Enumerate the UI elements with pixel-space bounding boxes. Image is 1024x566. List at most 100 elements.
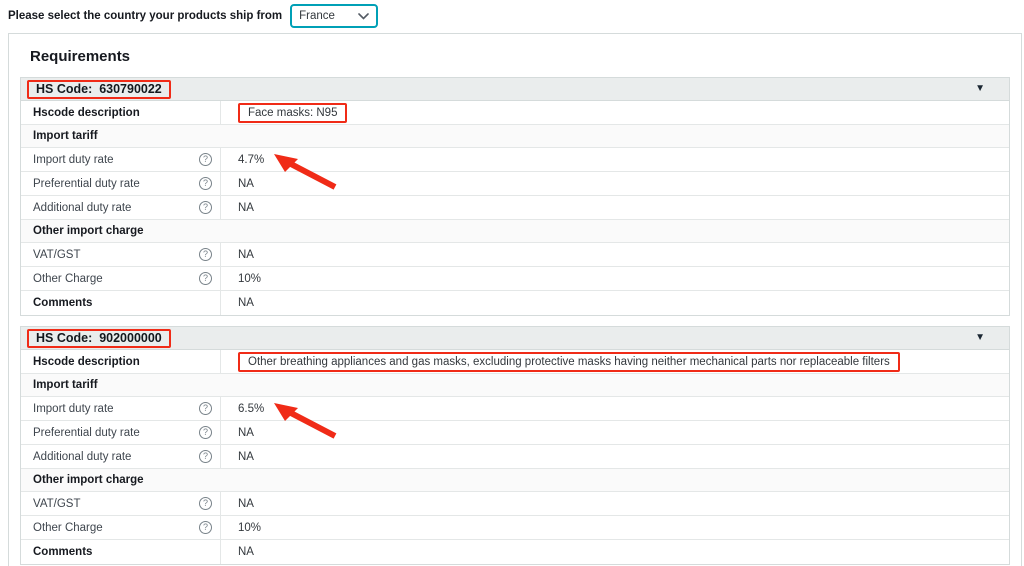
row-value: NA: [238, 297, 254, 309]
row-value-cell: NA: [221, 291, 1009, 315]
group-header-row: Other import charge: [21, 220, 1009, 243]
table-row: Preferential duty rate?NA: [21, 421, 1009, 445]
hs-code-table: Hscode description Other breathing applia…: [20, 349, 1010, 565]
table-row: Import duty rate? 6.5%: [21, 397, 1009, 421]
row-label-cell: Comments: [21, 291, 221, 315]
hs-code-section: HS Code: 902000000 ▼ Hscode description O…: [20, 326, 1010, 565]
row-label-cell: VAT/GST?: [21, 492, 221, 515]
help-icon[interactable]: ?: [199, 177, 212, 190]
table-row: Comments NA: [21, 540, 1009, 564]
row-label: Comments: [33, 546, 92, 558]
country-select[interactable]: France: [290, 4, 378, 28]
group-header-label: Import tariff: [33, 130, 98, 142]
annotation-red-box: Other breathing appliances and gas masks…: [238, 352, 900, 372]
help-icon[interactable]: ?: [199, 201, 212, 214]
annotation-red-box: HS Code: 902000000: [27, 329, 171, 348]
row-value: NA: [238, 498, 254, 510]
help-icon[interactable]: ?: [199, 450, 212, 463]
row-label: VAT/GST: [33, 498, 81, 510]
table-row: Hscode description Other breathing applia…: [21, 350, 1009, 374]
row-value-cell: 6.5%: [221, 397, 1009, 420]
hs-code-table: Hscode description Face masks: N95 Import …: [20, 100, 1010, 316]
row-value-cell: NA: [221, 196, 1009, 219]
row-label: Additional duty rate: [33, 202, 131, 214]
row-label: Import duty rate: [33, 403, 114, 415]
help-icon[interactable]: ?: [199, 497, 212, 510]
help-icon[interactable]: ?: [199, 402, 212, 415]
row-label: Import duty rate: [33, 154, 114, 166]
row-value-cell: NA: [221, 445, 1009, 468]
group-header-row: Import tariff: [21, 374, 1009, 397]
row-label: Other Charge: [33, 522, 103, 534]
hs-code-header[interactable]: HS Code: 902000000 ▼: [20, 326, 1010, 349]
row-value-cell: NA: [221, 492, 1009, 515]
row-value-cell: 4.7%: [221, 148, 1009, 171]
help-icon[interactable]: ?: [199, 248, 212, 261]
row-label: Preferential duty rate: [33, 178, 140, 190]
row-value: NA: [238, 178, 254, 190]
row-label-cell: Preferential duty rate?: [21, 172, 221, 195]
collapse-caret-icon[interactable]: ▼: [975, 84, 985, 94]
row-value: NA: [238, 451, 254, 463]
row-label-cell: Comments: [21, 540, 221, 564]
row-value-cell: NA: [221, 540, 1009, 564]
help-icon[interactable]: ?: [199, 153, 212, 166]
sections-host: HS Code: 630790022 ▼ Hscode description F…: [20, 77, 1010, 565]
annotation-red-box: HS Code: 630790022: [27, 80, 171, 99]
row-label-cell: Other Charge?: [21, 516, 221, 539]
ship-from-row: Please select the country your products …: [0, 0, 1024, 33]
row-value-cell: Face masks: N95: [221, 101, 1009, 124]
group-header-row: Other import charge: [21, 469, 1009, 492]
row-label-cell: Preferential duty rate?: [21, 421, 221, 444]
hs-code-section: HS Code: 630790022 ▼ Hscode description F…: [20, 77, 1010, 316]
requirements-title: Requirements: [30, 48, 1010, 65]
table-row: Hscode description Face masks: N95: [21, 101, 1009, 125]
hs-code-title: HS Code: 902000000: [36, 331, 162, 345]
table-row: Other Charge? 10%: [21, 516, 1009, 540]
group-header-label: Other import charge: [33, 474, 144, 486]
table-row: Other Charge?10%: [21, 267, 1009, 291]
table-row: VAT/GST? NA: [21, 492, 1009, 516]
row-label-cell: Additional duty rate?: [21, 196, 221, 219]
ship-from-label: Please select the country your products …: [8, 7, 282, 25]
chevron-down-icon: [358, 13, 369, 20]
help-icon[interactable]: ?: [199, 272, 212, 285]
row-value: Face masks: N95: [248, 107, 337, 119]
row-value-cell: NA: [221, 243, 1009, 266]
row-label-cell: VAT/GST?: [21, 243, 221, 266]
help-icon[interactable]: ?: [199, 426, 212, 439]
row-value-cell: NA: [221, 421, 1009, 444]
group-header-row: Import tariff: [21, 125, 1009, 148]
row-label: Comments: [33, 297, 92, 309]
row-label-cell: Hscode description: [21, 350, 221, 373]
row-value: 4.7%: [238, 154, 264, 166]
table-row: Preferential duty rate? NA: [21, 172, 1009, 196]
row-label: Hscode description: [33, 107, 140, 119]
row-value: 10%: [238, 522, 261, 534]
table-row: Additional duty rate?NA: [21, 196, 1009, 220]
row-value: 6.5%: [238, 403, 264, 415]
row-value: Other breathing appliances and gas masks…: [248, 356, 890, 368]
table-row: Comments NA: [21, 291, 1009, 315]
annotation-red-box: Face masks: N95: [238, 103, 347, 123]
hs-code-title: HS Code: 630790022: [36, 82, 162, 96]
table-row: Import duty rate? 4.7%: [21, 148, 1009, 172]
table-row: VAT/GST? NA: [21, 243, 1009, 267]
row-value-cell: Other breathing appliances and gas masks…: [221, 350, 1009, 373]
hs-code-header[interactable]: HS Code: 630790022 ▼: [20, 77, 1010, 100]
row-label: Hscode description: [33, 356, 140, 368]
row-value-cell: NA: [221, 172, 1009, 195]
row-label: Additional duty rate: [33, 451, 131, 463]
row-label: Other Charge: [33, 273, 103, 285]
country-select-value: France: [299, 10, 335, 22]
help-icon[interactable]: ?: [199, 521, 212, 534]
row-label-cell: Other Charge?: [21, 267, 221, 290]
row-value: NA: [238, 249, 254, 261]
collapse-caret-icon[interactable]: ▼: [975, 333, 985, 343]
row-label-cell: Hscode description: [21, 101, 221, 124]
row-label-cell: Import duty rate?: [21, 148, 221, 171]
group-header-label: Other import charge: [33, 225, 144, 237]
table-row: Additional duty rate? NA: [21, 445, 1009, 469]
group-header-label: Import tariff: [33, 379, 98, 391]
row-label-cell: Additional duty rate?: [21, 445, 221, 468]
